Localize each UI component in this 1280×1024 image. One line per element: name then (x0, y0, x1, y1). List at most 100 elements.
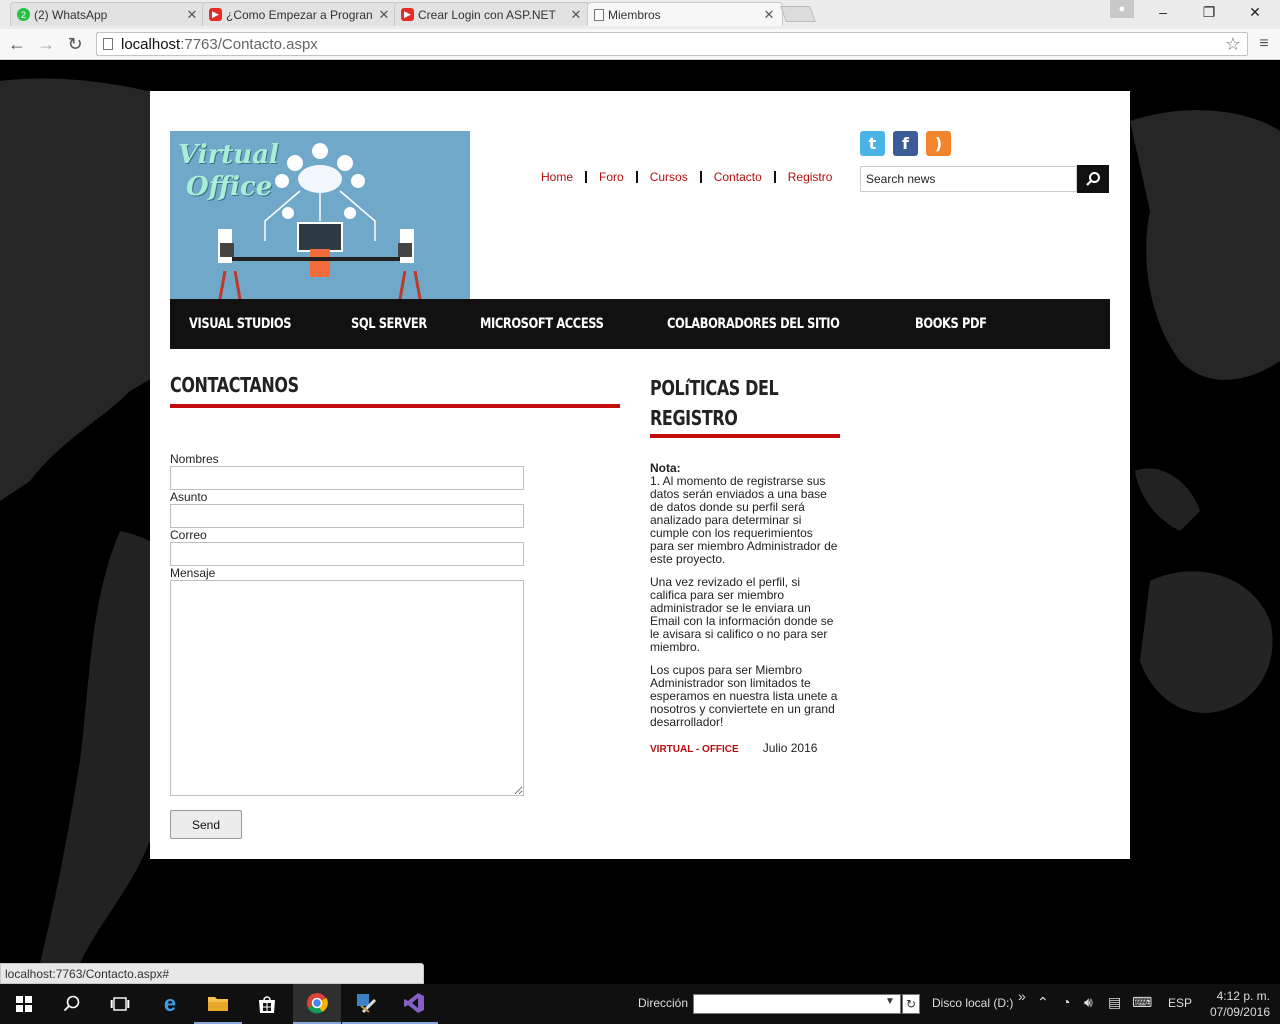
nav-home-link[interactable]: Home (541, 170, 573, 184)
logo-illustration (218, 143, 422, 299)
send-button[interactable]: Send (170, 810, 242, 839)
nav-books-pdf[interactable]: BOOKS PDF (915, 316, 987, 332)
twitter-icon[interactable]: t (860, 131, 885, 156)
youtube-icon: ▶ (401, 8, 414, 21)
go-icon[interactable]: ↻ (902, 994, 920, 1014)
taskbar-clock[interactable]: 4:12 p. m. 07/09/2016 (1200, 988, 1270, 1020)
policy-text: Nota: 1. Al momento de registrarse sus d… (650, 462, 840, 739)
nombres-input[interactable] (170, 466, 524, 490)
main-category-nav: VISUAL STUDIOS SQL SERVER MICROSOFT ACCE… (170, 299, 1110, 349)
facebook-icon[interactable]: f (893, 131, 918, 156)
restore-icon[interactable]: ❐ (1186, 0, 1232, 24)
edge-icon[interactable]: e (146, 984, 194, 1024)
address-bar[interactable]: localhost:7763/Contacto.aspx ☆ (96, 32, 1248, 56)
mensaje-textarea[interactable] (170, 580, 524, 796)
nav-foro-link[interactable]: Foro (599, 170, 624, 184)
close-icon[interactable]: ✕ (569, 7, 583, 23)
taskbar-address-label: Dirección (638, 996, 689, 1010)
notifications-icon[interactable]: ▤ (1108, 994, 1121, 1011)
close-icon[interactable]: ✕ (377, 7, 391, 23)
mensaje-label: Mensaje (170, 566, 216, 580)
clock-time: 4:12 p. m. (1216, 989, 1270, 1003)
nav-separator (635, 171, 638, 183)
url-path: :7763/Contacto.aspx (180, 35, 318, 53)
browser-menu-icon[interactable]: ≡ (1254, 33, 1274, 55)
bookmark-star-icon[interactable]: ☆ (1225, 34, 1241, 55)
build-tools-icon[interactable] (342, 984, 390, 1024)
policy-signature: VIRTUAL - OFFICE Julio 2016 (650, 741, 840, 755)
rss-icon[interactable]: ) (926, 131, 951, 156)
correo-input[interactable] (170, 542, 524, 566)
page-info-icon[interactable] (103, 38, 113, 50)
heading-underline (650, 434, 840, 438)
search-icon (1086, 172, 1100, 186)
nav-registro-link[interactable]: Registro (788, 170, 833, 184)
toolbar-overflow-icon[interactable]: » (1018, 988, 1026, 1004)
page-icon (594, 8, 604, 21)
store-icon[interactable] (243, 984, 291, 1024)
whatsapp-icon: 2 (17, 8, 30, 21)
tab-title: Miembros (608, 7, 661, 22)
policy-paragraph-2: Una vez revizado el perfil, si califica … (650, 575, 834, 654)
windows-taskbar: e Dirección ▼ ↻ Disco local (D:) » ⌃ ◔ 🔊… (0, 984, 1280, 1024)
task-view-icon[interactable] (96, 984, 144, 1024)
nav-visual-studios[interactable]: VISUAL STUDIOS (189, 316, 292, 332)
search-icon[interactable] (48, 984, 96, 1024)
window-close-icon[interactable]: ✕ (1232, 0, 1278, 24)
url-host: localhost (121, 35, 181, 53)
reload-icon[interactable]: ↻ (64, 33, 86, 55)
top-nav: Home Foro Cursos Contacto Registro (541, 170, 832, 184)
tab-title: (2) WhatsApp (34, 7, 108, 22)
close-icon[interactable]: ✕ (185, 7, 199, 23)
user-profile-icon[interactable]: ● (1110, 0, 1134, 18)
browser-tabstrip: 2 (2) WhatsApp ✕ ▶ ¿Como Empezar a Progr… (0, 0, 1280, 29)
wifi-icon[interactable]: ◔ (1062, 994, 1070, 1010)
disk-toolbar-label[interactable]: Disco local (D:) (932, 996, 1013, 1010)
page-viewport: Virtual Office Home Foro Cursos Contacto… (0, 61, 1280, 963)
contact-heading: CONTACTANOS (170, 373, 299, 397)
chevron-up-icon[interactable]: ⌃ (1037, 994, 1049, 1011)
forward-icon[interactable]: → (35, 33, 57, 55)
tab-miembros[interactable]: Miembros ✕ (587, 2, 783, 26)
windows-start-icon[interactable] (0, 984, 48, 1024)
search-button[interactable] (1077, 165, 1109, 193)
new-tab-button[interactable] (780, 6, 816, 22)
nav-separator (699, 171, 702, 183)
search-input[interactable] (860, 166, 1077, 192)
close-icon[interactable]: ✕ (762, 7, 776, 23)
language-indicator[interactable]: ESP (1168, 996, 1192, 1010)
site-logo[interactable]: Virtual Office (170, 131, 470, 299)
tab-title: Crear Login con ASP.NET (418, 7, 556, 22)
clock-date: 07/09/2016 (1209, 1005, 1270, 1019)
signature-date: Julio 2016 (762, 741, 818, 755)
site-container: Virtual Office Home Foro Cursos Contacto… (150, 91, 1130, 859)
policy-paragraph-3: Los cupos para ser Miembro Administrador… (650, 663, 838, 729)
policy-paragraph-1: 1. Al momento de registrarse sus datos s… (650, 474, 838, 566)
tab-youtube-programming[interactable]: ▶ ¿Como Empezar a Progran ✕ (202, 2, 398, 26)
keyboard-icon[interactable]: ⌨ (1132, 994, 1152, 1011)
volume-icon[interactable]: 🔊︎ (1084, 994, 1093, 1011)
status-url-bubble: localhost:7763/Contacto.aspx# (0, 963, 424, 984)
heading-underline (170, 404, 620, 408)
back-icon[interactable]: ← (6, 33, 28, 55)
tab-youtube-login[interactable]: ▶ Crear Login con ASP.NET ✕ (394, 2, 590, 26)
nav-cursos-link[interactable]: Cursos (650, 170, 688, 184)
nav-contacto-link[interactable]: Contacto (714, 170, 762, 184)
nav-sql-server[interactable]: SQL SERVER (351, 316, 427, 332)
minimize-icon[interactable]: – (1140, 0, 1186, 24)
taskbar-address-input[interactable] (693, 994, 901, 1014)
correo-label: Correo (170, 528, 207, 542)
nav-colaboradores[interactable]: COLABORADORES DEL SITIO (667, 316, 840, 332)
asunto-input[interactable] (170, 504, 524, 528)
social-links: t f ) (860, 131, 951, 156)
file-explorer-icon[interactable] (194, 984, 242, 1024)
nombres-label: Nombres (170, 452, 219, 466)
chevron-down-icon[interactable]: ▼ (885, 996, 895, 1007)
visual-studio-icon[interactable] (390, 984, 438, 1024)
chrome-icon[interactable] (293, 984, 341, 1024)
nav-microsoft-access[interactable]: MICROSOFT ACCESS (480, 316, 604, 332)
nav-separator (585, 171, 588, 183)
contact-form: Nombres Asunto Correo Mensaje (170, 452, 530, 796)
tab-whatsapp[interactable]: 2 (2) WhatsApp ✕ (10, 2, 206, 26)
signature-brand: VIRTUAL - OFFICE (650, 744, 739, 755)
